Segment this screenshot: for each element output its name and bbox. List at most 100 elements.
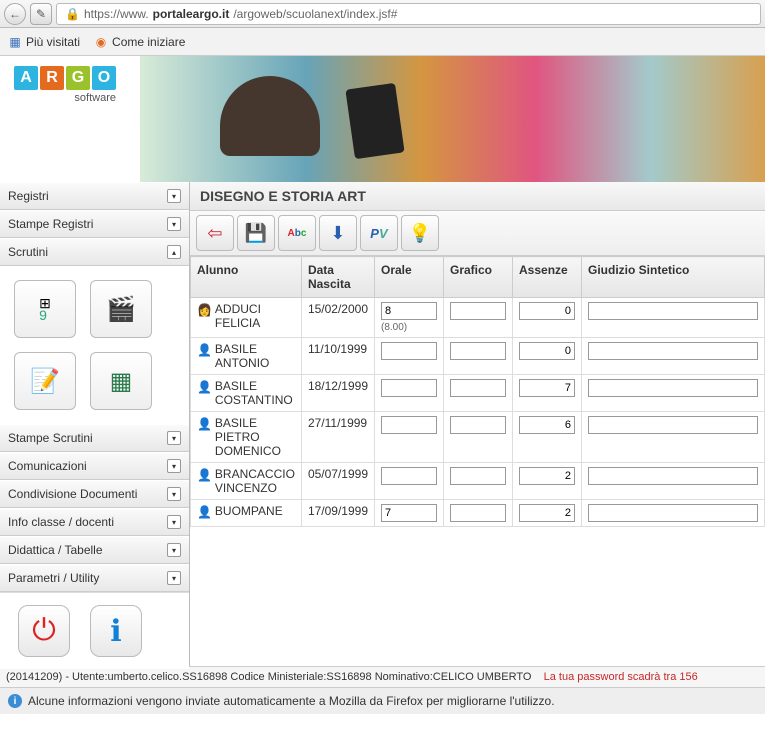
sidebar-item-registri[interactable]: Registri ▾ xyxy=(0,182,189,210)
header-giudizio[interactable]: Giudizio Sintetico xyxy=(582,257,765,298)
sidebar-label: Registri xyxy=(8,189,49,203)
bookmark-getting-started[interactable]: ◉ Come iniziare xyxy=(94,35,185,49)
student-cell[interactable]: 👤BASILE PIETRO DOMENICO xyxy=(197,416,295,458)
dob-cell: 05/07/1999 xyxy=(301,463,374,500)
assenze-input[interactable] xyxy=(519,379,575,397)
header-data-nascita[interactable]: Data Nascita xyxy=(301,257,374,298)
url-path: /argoweb/scuolanext/index.jsf# xyxy=(233,7,397,21)
orale-input[interactable] xyxy=(381,379,437,397)
status-bar-firefox: i Alcune informazioni vengono inviate au… xyxy=(0,687,765,714)
sidebar-item-stampe-registri[interactable]: Stampe Registri ▾ xyxy=(0,210,189,238)
assenze-input[interactable] xyxy=(519,342,575,360)
sidebar-item-comunicazioni[interactable]: Comunicazioni ▾ xyxy=(0,452,189,480)
student-cell[interactable]: 👤BUOMPANE xyxy=(197,504,295,519)
grafico-input[interactable] xyxy=(450,379,506,397)
save-icon: 💾 xyxy=(245,223,267,244)
binder-clip-graphic xyxy=(345,83,404,159)
sidebar-item-scrutini[interactable]: Scrutini ▴ xyxy=(0,238,189,266)
sidebar-item-info-classe[interactable]: Info classe / docenti ▾ xyxy=(0,508,189,536)
chair-graphic xyxy=(220,76,320,156)
person-icon: 👤 xyxy=(197,505,212,519)
table-row: 👤BASILE PIETRO DOMENICO27/11/1999 xyxy=(190,412,764,463)
dob-cell: 15/02/2000 xyxy=(301,298,374,338)
back-arrow-icon: ⇦ xyxy=(207,223,222,244)
sidebar-label: Didattica / Tabelle xyxy=(8,543,103,557)
student-cell[interactable]: 👤BASILE COSTANTINO xyxy=(197,379,295,407)
tool-notes[interactable]: 📝 xyxy=(14,352,76,410)
toolbar-back[interactable]: ⇦ xyxy=(196,215,234,251)
person-icon: 👤 xyxy=(197,380,212,394)
grafico-input[interactable] xyxy=(450,342,506,360)
toolbar-abc[interactable]: Abc xyxy=(278,215,316,251)
bookmark-most-visited[interactable]: ▦ Più visitati xyxy=(8,35,80,49)
student-cell[interactable]: 👤BRANCACCIO VINCENZO xyxy=(197,467,295,495)
giudizio-input[interactable] xyxy=(588,416,758,434)
header-grafico[interactable]: Grafico xyxy=(444,257,513,298)
orale-input[interactable] xyxy=(381,504,437,522)
toolbar-save[interactable]: 💾 xyxy=(237,215,275,251)
sidebar-item-didattica[interactable]: Didattica / Tabelle ▾ xyxy=(0,536,189,564)
tool-grid[interactable]: ⊞9 xyxy=(14,280,76,338)
giudizio-input[interactable] xyxy=(588,379,758,397)
logo-subtitle: software xyxy=(14,92,116,104)
sidebar-item-parametri[interactable]: Parametri / Utility ▾ xyxy=(0,564,189,592)
chevron-down-icon: ▾ xyxy=(167,571,181,585)
pv-icon: PV xyxy=(370,226,387,241)
person-icon: 👩 xyxy=(197,303,212,317)
header-orale[interactable]: Orale xyxy=(375,257,444,298)
assenze-input[interactable] xyxy=(519,416,575,434)
tool-blackboard[interactable]: ▦ xyxy=(90,352,152,410)
student-cell[interactable]: 👩ADDUCI FELICIA xyxy=(197,302,295,330)
giudizio-input[interactable] xyxy=(588,467,758,485)
header-alunno[interactable]: Alunno xyxy=(190,257,301,298)
notepad-icon: 📝 xyxy=(30,367,60,396)
table-row: 👤BASILE ANTONIO11/10/1999 xyxy=(190,338,764,375)
orale-input[interactable] xyxy=(381,467,437,485)
assenze-input[interactable] xyxy=(519,467,575,485)
info-icon: ℹ xyxy=(110,614,121,649)
chevron-down-icon: ▾ xyxy=(167,189,181,203)
assenze-input[interactable] xyxy=(519,504,575,522)
student-name: BASILE COSTANTINO xyxy=(215,379,295,407)
url-domain: portaleargo.it xyxy=(153,7,230,21)
person-icon: 👤 xyxy=(197,417,212,431)
giudizio-input[interactable] xyxy=(588,342,758,360)
sidebar-bottom: ⏻ ℹ xyxy=(0,592,189,669)
orale-input[interactable] xyxy=(381,342,437,360)
sidebar-item-stampe-scrutini[interactable]: Stampe Scrutini ▾ xyxy=(0,424,189,452)
dob-cell: 11/10/1999 xyxy=(301,338,374,375)
bookmark-label: Più visitati xyxy=(26,35,80,49)
grafico-input[interactable] xyxy=(450,302,506,320)
orale-input[interactable] xyxy=(381,416,437,434)
url-bar[interactable]: 🔒 https://www.portaleargo.it/argoweb/scu… xyxy=(56,3,761,25)
giudizio-input[interactable] xyxy=(588,302,758,320)
identity-button[interactable]: ✎ xyxy=(30,3,52,25)
back-button[interactable]: ← xyxy=(4,3,26,25)
chevron-down-icon: ▾ xyxy=(167,515,181,529)
toolbar-import[interactable]: ⬇ xyxy=(319,215,357,251)
toolbar-hint[interactable]: 💡 xyxy=(401,215,439,251)
assenze-input[interactable] xyxy=(519,302,575,320)
logout-button[interactable]: ⏻ xyxy=(18,605,70,657)
toolbar-pv[interactable]: PV xyxy=(360,215,398,251)
tool-clapperboard[interactable]: 🎬 xyxy=(90,280,152,338)
grafico-input[interactable] xyxy=(450,504,506,522)
chevron-down-icon: ▾ xyxy=(167,459,181,473)
scrutini-tools: ⊞9 🎬 📝 ▦ xyxy=(0,266,189,424)
password-warning: La tua password scadrà tra 156 xyxy=(544,671,698,683)
number-grid-icon: ⊞9 xyxy=(39,297,51,321)
orale-input[interactable] xyxy=(381,302,437,320)
giudizio-input[interactable] xyxy=(588,504,758,522)
chevron-down-icon: ▾ xyxy=(167,431,181,445)
grades-table: Alunno Data Nascita Orale Grafico Assenz… xyxy=(190,256,765,666)
sidebar-label: Scrutini xyxy=(8,245,48,259)
chevron-up-icon: ▴ xyxy=(167,245,181,259)
grafico-input[interactable] xyxy=(450,416,506,434)
student-name: BASILE PIETRO DOMENICO xyxy=(215,416,295,458)
info-button[interactable]: ℹ xyxy=(90,605,142,657)
grafico-input[interactable] xyxy=(450,467,506,485)
sidebar-label: Info classe / docenti xyxy=(8,515,114,529)
sidebar-item-condivisione[interactable]: Condivisione Documenti ▾ xyxy=(0,480,189,508)
student-cell[interactable]: 👤BASILE ANTONIO xyxy=(197,342,295,370)
header-assenze[interactable]: Assenze xyxy=(513,257,582,298)
